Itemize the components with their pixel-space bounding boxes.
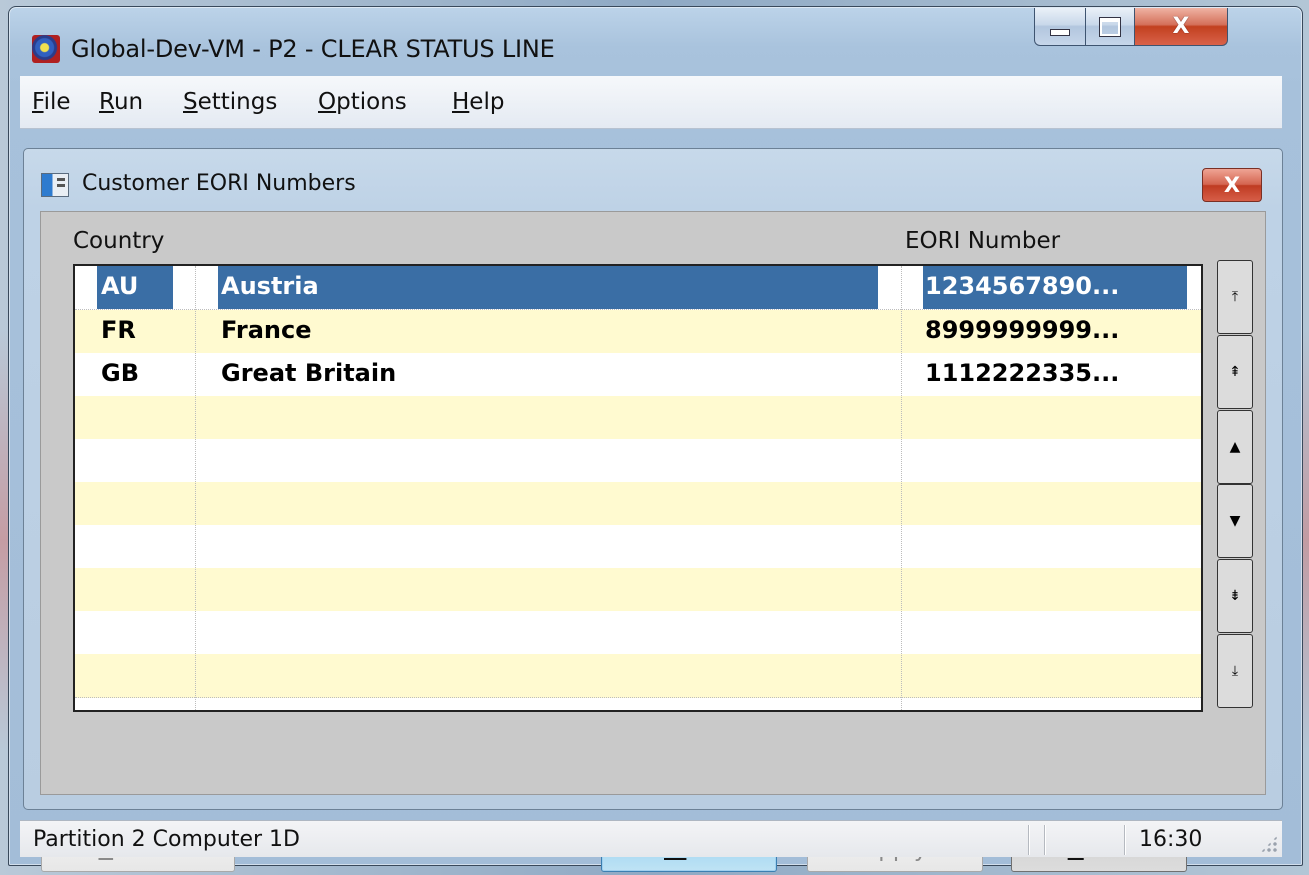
menu-file[interactable]: File xyxy=(32,89,71,115)
menu-file-label: ile xyxy=(43,89,71,115)
empty-table-row[interactable] xyxy=(75,568,1201,612)
scroll-top-button[interactable]: ⤒ xyxy=(1217,260,1253,334)
menu-options-mnemonic: O xyxy=(318,89,337,115)
table-row[interactable]: GB Great Britain 1112222335... xyxy=(75,353,1201,397)
scroll-down-icon: ▼ xyxy=(1229,513,1241,529)
menu-run-label: un xyxy=(113,89,144,115)
customer-eori-dialog: Customer EORI Numbers X Country EORI Num… xyxy=(23,148,1283,872)
menu-run-mnemonic: R xyxy=(99,89,114,115)
status-time: 16:30 xyxy=(1139,827,1203,852)
table-row[interactable]: FR France 8999999999... xyxy=(75,310,1201,354)
scroll-down-button[interactable]: ▼ xyxy=(1217,484,1253,558)
country-name-cell: Great Britain xyxy=(221,359,397,387)
empty-table-row[interactable] xyxy=(75,654,1201,698)
dialog-title: Customer EORI Numbers xyxy=(82,171,356,196)
scroll-up-icon: ▲ xyxy=(1229,439,1241,455)
table-row[interactable]: AU Austria 1234567890... xyxy=(75,266,1201,310)
menu-settings[interactable]: Settings xyxy=(183,89,277,115)
minimize-icon xyxy=(1050,29,1070,36)
eori-number-cell: 1112222335... xyxy=(925,359,1120,387)
vertical-scroll-buttons: ⤒ ⇞ ▲ ▼ ⇟ ⤓ xyxy=(1217,260,1253,712)
window-controls: X xyxy=(1034,8,1228,46)
scroll-bottom-icon: ⤓ xyxy=(1231,663,1239,679)
resize-grip-icon[interactable] xyxy=(1260,835,1278,853)
menu-bar: File Run Settings Options Help xyxy=(20,76,1282,129)
window-title: Global-Dev-VM - P2 - CLEAR STATUS LINE xyxy=(71,35,555,63)
scroll-up-button[interactable]: ▲ xyxy=(1217,410,1253,484)
eori-number-cell: 1234567890... xyxy=(925,272,1120,300)
menu-settings-mnemonic: S xyxy=(183,89,198,115)
eori-number-cell: 8999999999... xyxy=(925,316,1120,344)
close-icon: X xyxy=(1172,14,1190,39)
menu-file-mnemonic: F xyxy=(32,89,44,115)
country-name-cell: Austria xyxy=(221,272,319,300)
dialog-close-button[interactable]: X xyxy=(1202,168,1262,202)
status-divider xyxy=(1028,825,1029,855)
empty-table-row[interactable] xyxy=(75,439,1201,483)
scroll-top-icon: ⤒ xyxy=(1231,289,1239,305)
menu-help-label: elp xyxy=(469,89,505,115)
column-header-country: Country xyxy=(73,228,165,254)
close-window-button[interactable]: X xyxy=(1135,8,1228,46)
window-icon xyxy=(41,173,69,197)
country-code-cell: FR xyxy=(101,316,136,344)
column-divider xyxy=(901,266,902,710)
menu-help-mnemonic: H xyxy=(452,89,470,115)
empty-table-row[interactable] xyxy=(75,482,1201,526)
content-panel: Country EORI Number AU Austria 1234567890.… xyxy=(40,211,1266,795)
country-code-cell: AU xyxy=(101,272,139,300)
country-code-cell: GB xyxy=(101,359,139,387)
maximize-button[interactable] xyxy=(1086,8,1135,46)
minimize-button[interactable] xyxy=(1034,8,1086,46)
page-down-icon: ⇟ xyxy=(1229,588,1241,604)
column-divider xyxy=(195,266,196,710)
menu-options[interactable]: Options xyxy=(318,89,407,115)
close-icon: X xyxy=(1223,173,1241,197)
page-up-button[interactable]: ⇞ xyxy=(1217,335,1253,409)
page-down-button[interactable]: ⇟ xyxy=(1217,559,1253,633)
scroll-bottom-button[interactable]: ⤓ xyxy=(1217,634,1253,708)
status-divider xyxy=(1124,825,1125,855)
status-text: Partition 2 Computer 1D xyxy=(33,827,300,852)
app-icon xyxy=(32,35,60,63)
status-divider xyxy=(1044,825,1045,855)
menu-run[interactable]: Run xyxy=(99,89,143,115)
column-header-eori: EORI Number xyxy=(905,228,1061,254)
empty-table-row[interactable] xyxy=(75,611,1201,655)
menu-help[interactable]: Help xyxy=(452,89,504,115)
page-up-icon: ⇞ xyxy=(1229,364,1241,380)
menu-settings-label: ettings xyxy=(197,89,278,115)
maximize-icon xyxy=(1099,16,1121,37)
empty-table-row[interactable] xyxy=(75,396,1201,440)
country-name-cell: France xyxy=(221,316,312,344)
menu-options-label: ptions xyxy=(336,89,407,115)
empty-table-row[interactable] xyxy=(75,525,1201,569)
eori-table[interactable]: AU Austria 1234567890... FR France 8999999999… xyxy=(73,264,1203,712)
status-bar: Partition 2 Computer 1D 16:30 xyxy=(20,820,1282,857)
